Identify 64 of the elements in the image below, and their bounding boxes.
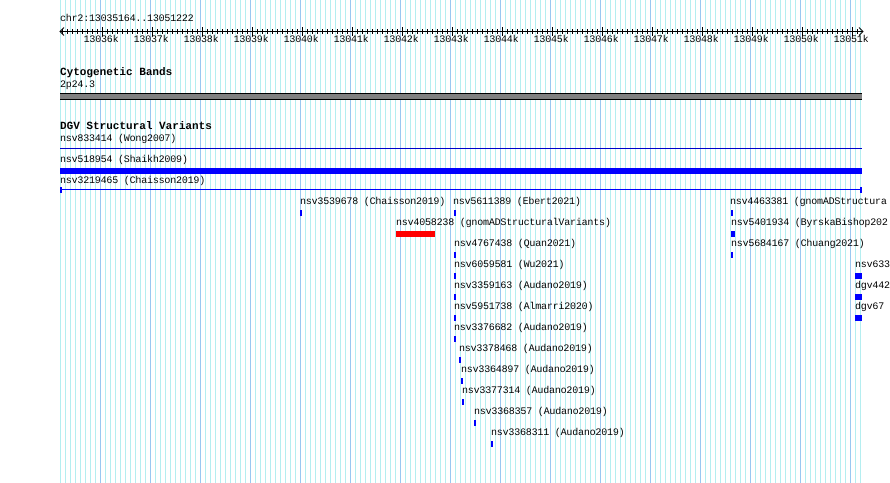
variant-block[interactable] xyxy=(855,294,862,300)
ruler-label: 13051k xyxy=(834,35,868,47)
variant-label: nsv6059581 (Wu2021) xyxy=(454,260,564,272)
variant-span[interactable] xyxy=(60,187,862,193)
variant-label: nsv3219465 (Chaisson2019) xyxy=(60,176,206,188)
variant-label: dgv442 xyxy=(855,281,890,293)
variant-label: dgv67 xyxy=(855,302,884,314)
ruler-label: 13038k xyxy=(184,35,218,47)
variant-tick[interactable] xyxy=(454,273,456,279)
variant-tick[interactable] xyxy=(454,294,456,300)
variant-label: nsv3377314 (Audano2019) xyxy=(462,386,596,398)
variant-label: nsv3364897 (Audano2019) xyxy=(461,365,594,377)
variant-tick[interactable] xyxy=(462,399,464,405)
ruler-label: 13040k xyxy=(284,35,318,47)
variant-bar[interactable] xyxy=(60,168,862,174)
variant-label: nsv4767438 (Quan2021) xyxy=(454,239,576,251)
ruler-label: 13039k xyxy=(234,35,268,47)
variant-tick[interactable] xyxy=(300,210,302,216)
variant-block[interactable] xyxy=(855,273,862,279)
ruler-label: 13049k xyxy=(734,35,768,47)
band-label: 2p24.3 xyxy=(60,80,95,92)
track-title: Cytogenetic Bands xyxy=(60,67,172,79)
variant-tick[interactable] xyxy=(454,315,456,321)
variant-tick[interactable] xyxy=(474,420,476,426)
ruler-label: 13045k xyxy=(534,35,568,47)
variant-label: nsv3378468 (Audano2019) xyxy=(459,344,592,356)
ruler-label: 13041k xyxy=(334,35,368,47)
variant-tick[interactable] xyxy=(731,252,733,258)
variant-label: nsv4463381 (gnomADStructura xyxy=(730,197,887,209)
track-title: DGV Structural Variants xyxy=(60,121,212,133)
ruler-label: 13037k xyxy=(134,35,168,47)
locus-label: chr2:13035164..13051222 xyxy=(60,14,194,26)
ruler-label: 13046k xyxy=(584,35,618,47)
variant-label: nsv3368311 (Audano2019) xyxy=(491,428,624,440)
variant-tick[interactable] xyxy=(731,210,733,216)
variant-tick[interactable] xyxy=(454,210,456,216)
variant-tick[interactable] xyxy=(454,336,456,342)
variant-label: nsv5611389 (Ebert2021) xyxy=(453,197,581,209)
variant-label: nsv4058238 (gnomADStructuralVariants) xyxy=(396,218,611,230)
variant-label: nsv3376682 (Audano2019) xyxy=(454,323,588,335)
variant-label: nsv633 xyxy=(855,260,890,272)
variant-tick[interactable] xyxy=(461,378,463,384)
variant-label: nsv3539678 (Chaisson2019) xyxy=(300,197,446,209)
variant-label: nsv5951738 (Almarri2020) xyxy=(454,302,594,314)
variant-tick[interactable] xyxy=(459,357,461,363)
variant-bar[interactable] xyxy=(396,231,435,237)
variant-tick[interactable] xyxy=(454,252,456,258)
ruler-label: 13047k xyxy=(634,35,668,47)
variant-tick[interactable] xyxy=(491,441,493,447)
variant-label: nsv5401934 (ByrskaBishop202 xyxy=(731,218,888,230)
variant-label: nsv518954 (Shaikh2009) xyxy=(60,155,188,167)
variant-line[interactable] xyxy=(60,148,862,149)
ruler-label: 13050k xyxy=(784,35,818,47)
variant-label: nsv833414 (Wong2007) xyxy=(60,134,176,146)
variant-label: nsv3368357 (Audano2019) xyxy=(474,407,608,419)
ruler-label: 13042k xyxy=(384,35,418,47)
variant-label: nsv3359163 (Audano2019) xyxy=(454,281,588,293)
ruler-label: 13043k xyxy=(434,35,468,47)
variant-block[interactable] xyxy=(855,315,862,321)
ruler-label: 13048k xyxy=(684,35,718,47)
ruler-label: 13044k xyxy=(484,35,518,47)
variant-block[interactable] xyxy=(731,231,735,237)
variant-label: nsv5684167 (Chuang2021) xyxy=(731,239,864,251)
ruler-label: 13036k xyxy=(84,35,118,47)
